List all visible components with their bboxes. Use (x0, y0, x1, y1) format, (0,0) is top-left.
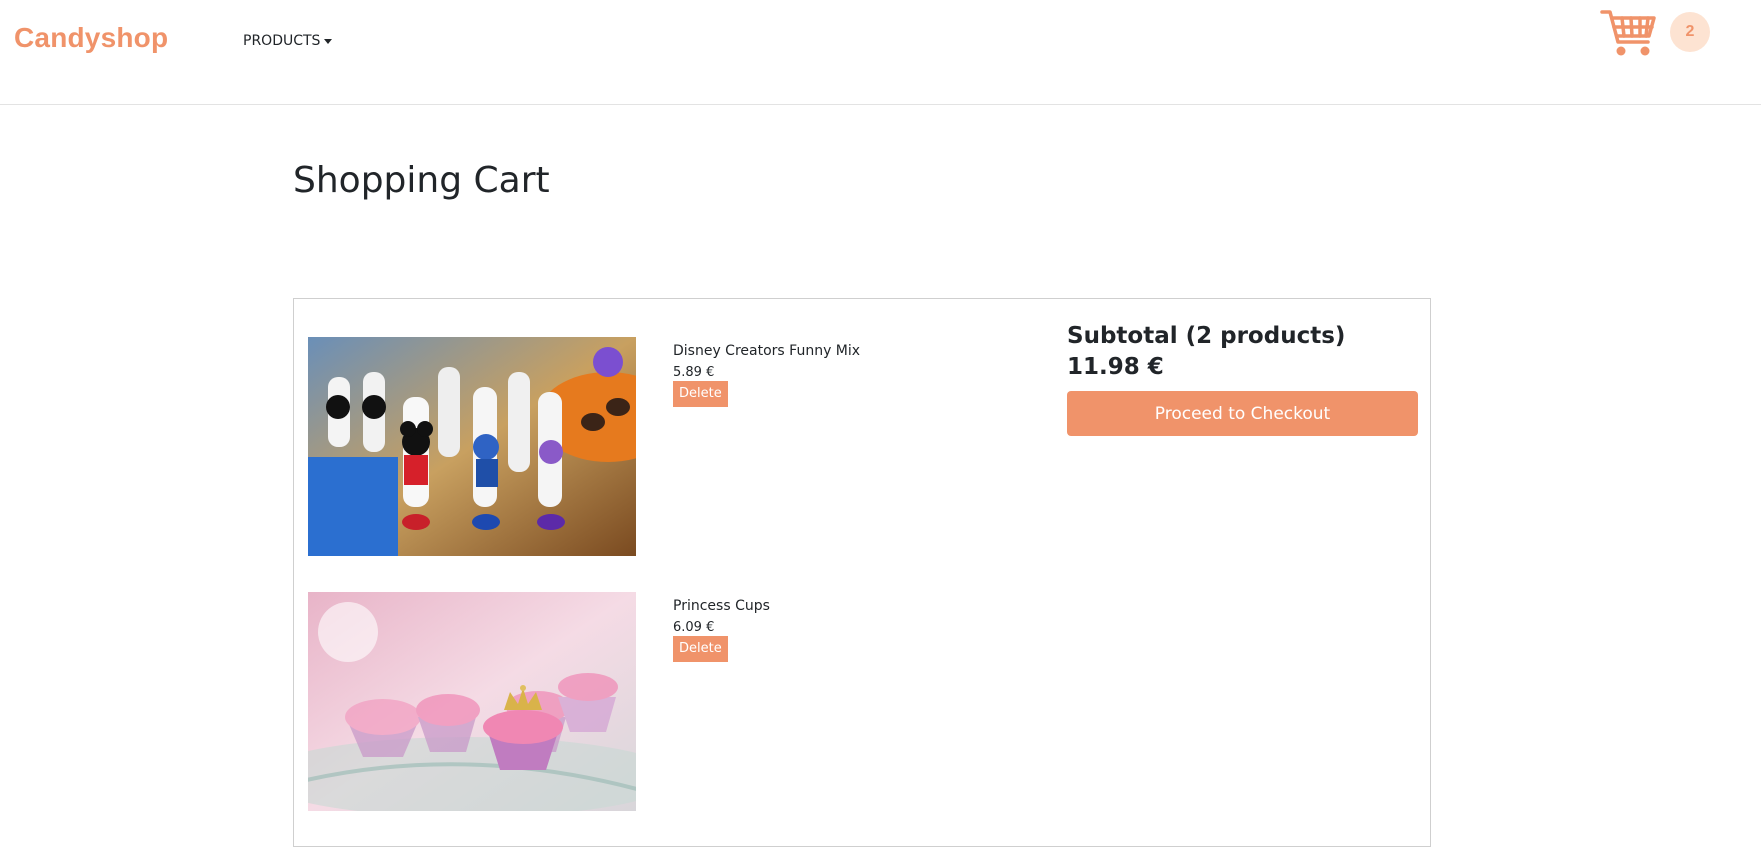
cart-item: Disney Creators Funny Mix 5.89 € Delete (308, 337, 1008, 557)
caret-down-icon (324, 38, 333, 44)
brand-logo[interactable]: Candyshop (14, 22, 168, 54)
products-dropdown[interactable]: PRODUCTS (243, 33, 333, 49)
item-price: 5.89 € (673, 365, 715, 380)
item-name[interactable]: Princess Cups (673, 598, 770, 614)
products-dropdown-label: PRODUCTS (243, 33, 321, 49)
cart-item: Princess Cups 6.09 € Delete (308, 592, 1008, 812)
subtotal-label: Subtotal (2 products) (1067, 323, 1346, 349)
shopping-cart-icon[interactable] (1600, 8, 1658, 60)
item-price: 6.09 € (673, 620, 715, 635)
delete-button[interactable]: Delete (673, 636, 728, 662)
delete-button[interactable]: Delete (673, 381, 728, 407)
product-image (308, 337, 636, 556)
page-title: Shopping Cart (293, 160, 550, 201)
navbar: Candyshop PRODUCTS 2 (0, 0, 1761, 105)
product-image (308, 592, 636, 811)
checkout-button[interactable]: Proceed to Checkout (1067, 391, 1418, 436)
subtotal-value: 11.98 € (1067, 354, 1164, 380)
item-name[interactable]: Disney Creators Funny Mix (673, 343, 860, 359)
cart-count-badge[interactable]: 2 (1670, 12, 1710, 52)
cart-panel: Disney Creators Funny Mix 5.89 € Delete (293, 298, 1431, 847)
